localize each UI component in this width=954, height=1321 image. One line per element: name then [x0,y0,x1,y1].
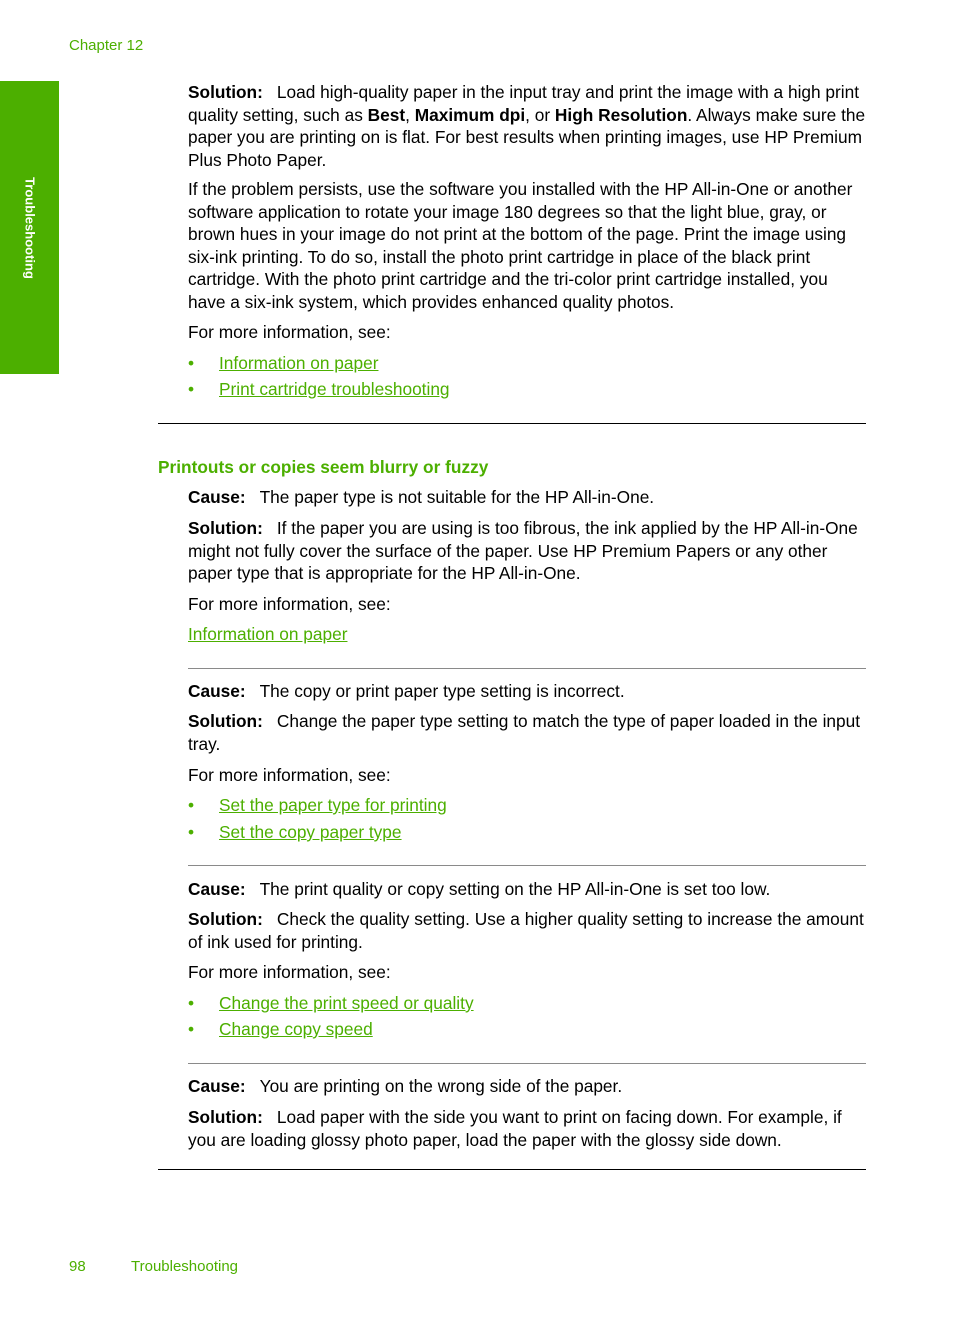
bullet-icon: • [188,822,195,842]
solution-paragraph: Solution: Check the quality setting. Use … [188,909,864,952]
item-divider [188,668,866,669]
section-end-divider [158,1169,866,1170]
solution-label: Solution: [188,82,263,102]
item-divider [188,865,866,866]
cause-paragraph: Cause: You are printing on the wrong side… [188,1076,623,1096]
link-change-print-speed-quality[interactable]: Change the print speed or quality [219,992,474,1015]
bullet-icon: • [188,353,195,373]
solution-paragraph: Solution: Load high-quality paper in the … [188,82,866,170]
solution-paragraph: Solution: If the paper you are using is t… [188,518,858,584]
bullet-icon: • [188,379,195,399]
bullet-icon: • [188,1019,195,1039]
link-print-cartridge-troubleshooting[interactable]: Print cartridge troubleshooting [219,378,450,401]
footer-section-title: Troubleshooting [131,1258,239,1275]
more-info-text: For more information, see: [188,765,391,785]
more-info-text: For more information, see: [188,962,391,982]
side-tab-label: Troubleshooting [22,176,37,279]
link-information-on-paper[interactable]: Information on paper [219,352,378,375]
more-info-text: For more information, see: [188,322,391,342]
solution-paragraph: Solution: Change the paper type setting t… [188,711,861,754]
solution-paragraph: Solution: Load paper with the side you wa… [188,1107,842,1150]
cause-paragraph: Cause: The copy or print paper type setti… [188,681,625,701]
item-divider [188,1063,866,1064]
section-divider [158,423,866,424]
chapter-header: Chapter 12 [69,37,144,54]
bullet-icon: • [188,795,195,815]
cause-paragraph: Cause: The print quality or copy setting … [188,879,771,899]
more-info-text: For more information, see: [188,594,391,614]
link-information-on-paper[interactable]: Information on paper [188,624,347,644]
section-heading: Printouts or copies seem blurry or fuzzy [158,457,489,477]
link-set-copy-paper-type[interactable]: Set the copy paper type [219,821,402,844]
persist-paragraph: If the problem persists, use the softwar… [188,179,853,312]
link-set-paper-type-printing[interactable]: Set the paper type for printing [219,794,447,817]
link-change-copy-speed[interactable]: Change copy speed [219,1018,373,1041]
page-number: 98 [69,1258,86,1275]
list-item: Information on paper [188,623,868,646]
bullet-icon: • [188,993,195,1013]
cause-paragraph: Cause: The paper type is not suitable for… [188,487,655,507]
side-tab: Troubleshooting [0,81,59,374]
